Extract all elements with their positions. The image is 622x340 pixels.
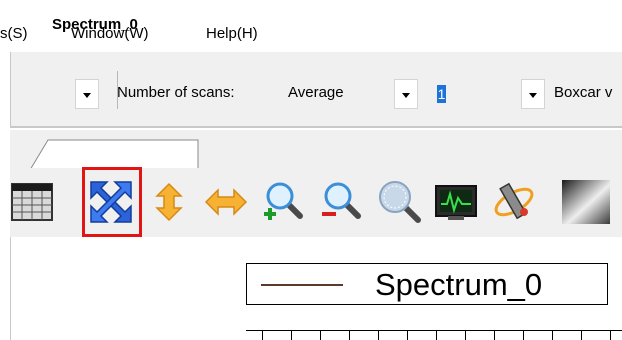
- plot-top-axis: [246, 330, 622, 331]
- menu-settings[interactable]: s(S): [0, 25, 28, 42]
- axis-tick: [407, 330, 408, 340]
- axis-tick: [552, 330, 553, 340]
- axis-tick: [523, 330, 524, 340]
- scan-count-dropdown-arrow[interactable]: [521, 79, 545, 109]
- axis-tick: [465, 330, 466, 340]
- acquisition-settings-panel: Number of scans: Average 1 Boxcar v: [10, 52, 622, 126]
- tab-spectrum-0-label: Spectrum_0: [52, 16, 138, 33]
- selected-tool-highlight: [82, 167, 142, 237]
- axis-tick: [349, 330, 350, 340]
- horizontal-arrows-icon[interactable]: [200, 176, 252, 228]
- legend-line-swatch: [261, 284, 343, 286]
- monitor-icon[interactable]: [430, 176, 482, 228]
- axis-tick: [494, 330, 495, 340]
- axis-tick: [581, 330, 582, 340]
- zoom-out-icon[interactable]: [314, 176, 366, 228]
- panel-divider: [10, 126, 622, 128]
- axis-tick: [378, 330, 379, 340]
- satellite-icon[interactable]: [488, 176, 540, 228]
- axis-tick: [262, 330, 263, 340]
- scan-mode-select[interactable]: Average: [288, 84, 344, 101]
- menu-help[interactable]: Help(H): [206, 25, 258, 42]
- zoom-in-icon[interactable]: [256, 176, 308, 228]
- grid-table-icon[interactable]: [6, 176, 58, 228]
- axis-tick: [320, 330, 321, 340]
- tab-strip: [10, 130, 622, 170]
- axis-tick: [291, 330, 292, 340]
- zoom-area-icon[interactable]: [372, 176, 424, 228]
- number-of-scans-label: Number of scans:: [117, 84, 235, 101]
- axis-tick: [610, 330, 611, 340]
- scan-count-input[interactable]: 1: [437, 85, 446, 103]
- gradient-icon[interactable]: [560, 176, 612, 228]
- prev-dropdown-arrow[interactable]: [75, 79, 99, 109]
- scan-mode-dropdown-arrow[interactable]: [394, 79, 418, 109]
- vertical-arrows-icon[interactable]: [143, 176, 195, 228]
- boxcar-label: Boxcar v: [554, 84, 613, 101]
- axis-tick: [436, 330, 437, 340]
- chart-legend: Spectrum_0: [246, 263, 608, 305]
- tab-spectrum-0[interactable]: [30, 138, 202, 170]
- legend-series-label: Spectrum_0: [375, 267, 543, 302]
